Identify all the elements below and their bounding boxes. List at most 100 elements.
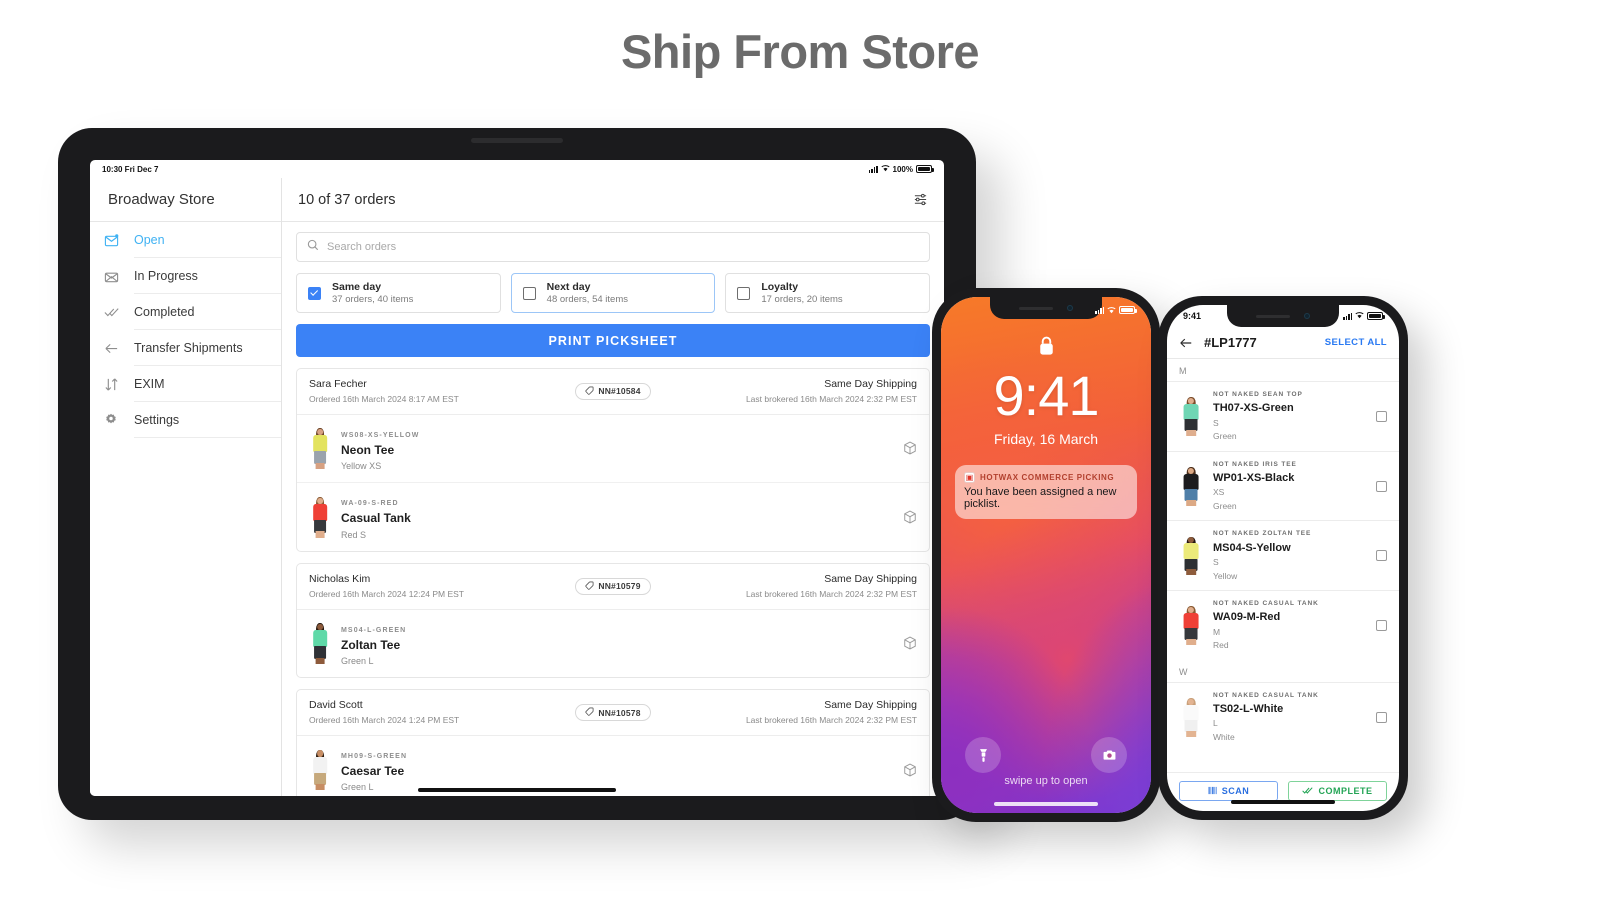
pick-item-checkbox[interactable] xyxy=(1376,480,1387,492)
order-card: Nicholas Kim Ordered 16th March 2024 12:… xyxy=(296,563,930,679)
sidebar-item-completed[interactable]: Completed xyxy=(90,294,281,330)
double-check-icon xyxy=(1302,786,1314,797)
product-size: S xyxy=(1213,557,1219,568)
order-tag-label: NN#10578 xyxy=(598,707,641,718)
checkbox-same-day[interactable] xyxy=(308,286,321,300)
package-icon[interactable] xyxy=(903,636,917,650)
swipe-up-hint[interactable]: swipe up to open xyxy=(941,775,1151,787)
order-tag[interactable]: NN#10578 xyxy=(575,704,651,722)
order-tag[interactable]: NN#10579 xyxy=(575,577,651,595)
checkbox-next-day[interactable] xyxy=(522,286,536,300)
order-count: 10 of 37 orders xyxy=(298,191,396,208)
notification-body: You have been assigned a new picklist. xyxy=(964,486,1117,510)
gear-icon xyxy=(104,413,134,427)
status-bar-time: 9:41 xyxy=(1183,311,1202,321)
home-indicator[interactable] xyxy=(418,788,616,792)
pick-item-checkbox[interactable] xyxy=(1376,620,1387,632)
sliders-icon[interactable] xyxy=(913,192,928,207)
battery-percent: 100% xyxy=(892,164,913,174)
scan-button[interactable]: SCAN xyxy=(1179,781,1278,801)
filter-same-day[interactable]: Same day 37 orders, 40 items xyxy=(296,273,501,313)
app-footer: SCAN COMPLETE xyxy=(1167,772,1399,811)
product-variant: Green L xyxy=(341,655,374,666)
product-brand: NOT NAKED ZOLTAN TEE xyxy=(1213,530,1312,538)
sidebar-item-settings[interactable]: Settings xyxy=(90,402,281,438)
product-size: S xyxy=(1213,417,1219,428)
complete-label: COMPLETE xyxy=(1318,786,1373,796)
picking-app-screen: 9:41 #LP1777 SELECT ALL M NOT NAKED SEAN… xyxy=(1167,305,1399,811)
order-header: David Scott Ordered 16th March 2024 1:24… xyxy=(297,690,929,736)
pick-list-item[interactable]: NOT NAKED CASUAL TANK WA09-M-Red M Red xyxy=(1167,590,1399,660)
status-bar-time: 10:30 Fri Dec 7 xyxy=(102,164,159,174)
pick-list-item[interactable]: NOT NAKED CASUAL TANK TS02-L-White L Whi… xyxy=(1167,681,1399,752)
order-tag[interactable]: NN#10584 xyxy=(575,382,651,400)
filter-group: Same day 37 orders, 40 items Next day 48… xyxy=(296,273,931,313)
package-icon[interactable] xyxy=(903,441,917,455)
filter-sub: 48 orders, 54 items xyxy=(546,293,628,305)
lockscreen-time: 9:41 xyxy=(993,364,1100,427)
pick-list-item[interactable]: NOT NAKED SEAN TOP TH07-XS-Green S Green xyxy=(1167,381,1399,451)
pick-item-checkbox[interactable] xyxy=(1376,410,1387,422)
product-color: White xyxy=(1213,732,1235,743)
speaker-icon xyxy=(1256,314,1290,318)
home-indicator[interactable] xyxy=(994,802,1098,806)
flashlight-icon[interactable] xyxy=(965,737,1001,773)
battery-icon xyxy=(916,165,934,173)
notification-banner[interactable]: ▣ HOTWAX COMMERCE PICKING You have been … xyxy=(955,465,1137,519)
ordered-timestamp: Ordered 16th March 2024 8:17 AM EST xyxy=(309,393,459,404)
tablet-device: 10:30 Fri Dec 7 100% Broadway Store Open… xyxy=(58,128,976,820)
tablet-status-bar: 10:30 Fri Dec 7 100% xyxy=(90,160,944,178)
cellular-signal-icon xyxy=(1095,306,1104,314)
pick-list-item[interactable]: NOT NAKED IRIS TEE WP01-XS-Black XS Gree… xyxy=(1167,450,1399,521)
product-sku: MS04-L-GREEN xyxy=(341,626,407,634)
order-header: Sara Fecher Ordered 16th March 2024 8:17… xyxy=(297,369,929,415)
barcode-icon xyxy=(1208,786,1217,797)
product-name: Caesar Tee xyxy=(341,763,405,778)
product-color: Green xyxy=(1213,500,1237,511)
hotwax-app-icon: ▣ xyxy=(964,472,975,483)
sidebar-item-label: Settings xyxy=(134,402,281,438)
filter-title: Next day xyxy=(546,280,591,293)
front-camera-icon xyxy=(1304,313,1310,319)
pick-list-item[interactable]: NOT NAKED ZOLTAN TEE MS04-S-Yellow S Yel… xyxy=(1167,520,1399,590)
select-all-button[interactable]: SELECT ALL xyxy=(1325,337,1387,348)
pick-item-checkbox[interactable] xyxy=(1376,711,1387,723)
notification-app-name: HOTWAX COMMERCE PICKING xyxy=(980,473,1115,482)
product-color: Red xyxy=(1213,640,1229,651)
search-icon xyxy=(307,238,319,256)
package-icon[interactable] xyxy=(903,763,917,777)
filter-loyalty[interactable]: Loyalty 17 orders, 20 items xyxy=(725,273,931,313)
camera-icon[interactable] xyxy=(1091,737,1127,773)
product-thumbnail xyxy=(1179,466,1203,506)
filter-next-day[interactable]: Next day 48 orders, 54 items xyxy=(510,273,716,313)
home-indicator[interactable] xyxy=(1231,800,1335,804)
sidebar-item-in-progress[interactable]: In Progress xyxy=(90,258,281,294)
print-picksheet-button[interactable]: PRINT PICKSHEET xyxy=(296,324,930,357)
complete-button[interactable]: COMPLETE xyxy=(1288,781,1387,801)
lockscreen-status-bar xyxy=(1095,301,1137,319)
order-line-item: WS08-XS-YELLOW Neon Tee Yellow XS xyxy=(297,415,929,484)
order-header: Nicholas Kim Ordered 16th March 2024 12:… xyxy=(297,564,929,610)
search-input[interactable]: Search orders xyxy=(296,232,930,262)
wifi-icon xyxy=(1355,311,1364,321)
sidebar-item-label: Completed xyxy=(134,294,281,330)
cellular-signal-icon xyxy=(868,165,878,173)
sidebar-item-transfer-shipments[interactable]: Transfer Shipments xyxy=(90,330,281,366)
wifi-icon xyxy=(880,164,890,174)
store-name: Broadway Store xyxy=(90,178,281,222)
arrow-left-icon[interactable] xyxy=(1179,336,1193,350)
package-icon[interactable] xyxy=(903,510,917,524)
product-thumbnail xyxy=(1179,697,1203,737)
product-thumbnail xyxy=(1179,606,1203,646)
product-sku: WA09-M-Red xyxy=(1213,611,1281,624)
sidebar-item-open[interactable]: Open xyxy=(90,222,281,258)
sidebar-item-exim[interactable]: EXIM xyxy=(90,366,281,402)
speaker-icon xyxy=(1019,306,1053,310)
ordered-timestamp: Ordered 16th March 2024 12:24 PM EST xyxy=(309,588,464,599)
product-variant: Red S xyxy=(341,529,367,540)
pick-item-checkbox[interactable] xyxy=(1376,550,1387,562)
checkbox-loyalty[interactable] xyxy=(737,286,751,300)
product-thumbnail xyxy=(309,749,331,791)
order-card: Sara Fecher Ordered 16th March 2024 8:17… xyxy=(296,368,930,553)
group-header-w: W xyxy=(1179,666,1188,677)
